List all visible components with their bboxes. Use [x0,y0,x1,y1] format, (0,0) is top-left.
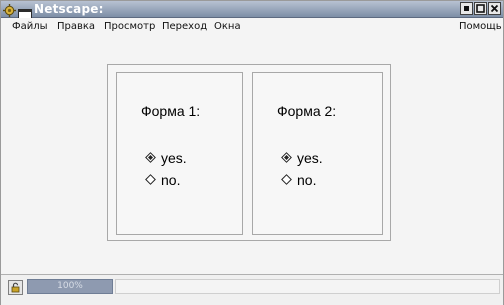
status-message [115,279,500,294]
close-icon[interactable] [488,2,501,15]
form-title: Форма 1: [141,103,201,119]
radio-selected-icon[interactable] [281,152,292,163]
menu-edit[interactable]: Правка [57,20,95,34]
radio-label: yes. [297,150,323,166]
radio-label: no. [161,172,181,188]
progress-label: 100% [57,281,83,291]
menu-help[interactable]: Помощь [459,20,502,34]
radio-label: yes. [161,150,187,166]
menu-bar: Файлы Правка Просмотр Переход Окна Помощ… [1,18,503,36]
page-content: Форма 1: yes. no. Форма 2: yes. no. [2,37,502,273]
radio-unselected-icon[interactable] [281,174,292,185]
frameset: Форма 1: yes. no. Форма 2: yes. no. [107,64,391,241]
maximize-icon[interactable] [474,2,487,15]
window-title: Netscape: [34,2,104,16]
radio-unselected-icon[interactable] [145,174,156,185]
frame-form-1: Форма 1: yes. no. [116,72,243,235]
window-icon[interactable] [18,4,32,19]
browser-window: Netscape: Файлы Правка Просмотр Переход … [0,0,504,305]
frame-form-2: Форма 2: yes. no. [252,72,383,235]
radio-label: no. [297,172,317,188]
form-title: Форма 2: [277,103,337,119]
status-bar: 100% [1,274,503,305]
progress-bar: 100% [27,279,113,294]
menu-view[interactable]: Просмотр [104,20,155,34]
lock-icon[interactable] [8,280,23,295]
menu-go[interactable]: Переход [162,20,207,34]
radio-selected-icon[interactable] [145,152,156,163]
menu-window[interactable]: Окна [214,20,241,34]
title-bar[interactable]: Netscape: [1,1,503,19]
menu-file[interactable]: Файлы [12,20,48,34]
app-gear-icon[interactable] [3,2,16,17]
minimize-icon[interactable] [460,2,473,15]
